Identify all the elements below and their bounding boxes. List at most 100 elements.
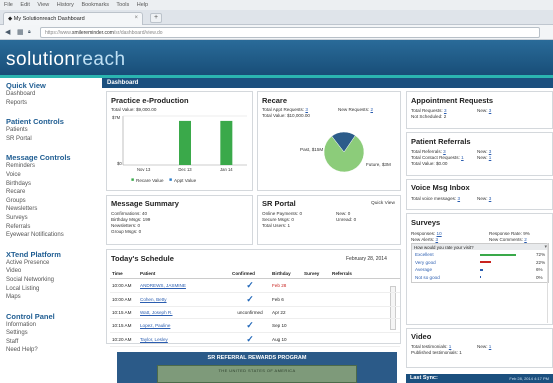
sidebar-item-maps[interactable]: Maps [6, 293, 102, 302]
video-new: New: 1 [477, 344, 492, 349]
referrals-contact-link[interactable]: 1 [461, 155, 464, 160]
menu-help[interactable]: Help [137, 2, 148, 8]
survey-option-bar [480, 276, 481, 278]
address-bar[interactable]: https://www.smilereminder.com/sr/dashboa… [40, 27, 540, 38]
referral-rewards-banner[interactable]: SR REFERRAL REWARDS PROGRAM THE UNITED S… [117, 352, 397, 383]
row-patient-link[interactable]: Cohen, Betty [138, 292, 230, 307]
row-patient-link[interactable]: ANDREWS, JASMINE [138, 278, 230, 293]
table-row[interactable]: 10:20 AM Taylor, Lesley ✓ Aug 10 [110, 332, 400, 347]
surveys-alerts-link[interactable]: 3 [436, 237, 439, 242]
schedule-title: Today's Schedule [111, 254, 174, 263]
sidebar-item-eyewear[interactable]: Eyewear Notifications [6, 231, 102, 240]
surveys-responses-link[interactable]: 10 [437, 231, 442, 236]
menu-bookmarks[interactable]: Bookmarks [81, 2, 109, 8]
tab-close-icon[interactable]: × [134, 15, 138, 21]
menu-history[interactable]: History [57, 2, 74, 8]
bar-recare-value[interactable] [220, 120, 233, 165]
tab-bar: ◆ My Solutionreach Dashboard × + [0, 10, 553, 25]
sidebar-item-surveys[interactable]: Surveys [6, 214, 102, 223]
sidebar-item-social[interactable]: Social Networking [6, 276, 102, 285]
col-birthday[interactable]: Birthday [270, 269, 302, 279]
dashboard-header: Dashboard [102, 78, 553, 88]
col-referrals[interactable]: Referrals [330, 269, 400, 279]
sidebar-item-voice[interactable]: Voice [6, 171, 102, 180]
menu-view[interactable]: View [37, 2, 49, 8]
grid-icon[interactable]: ▦ [17, 28, 24, 36]
col-time[interactable]: Time [110, 269, 138, 279]
sidebar-item-reminders[interactable]: Reminders [6, 162, 102, 171]
schedule-header-row: Time Patient Confirmed Birthday Survey R… [110, 269, 400, 279]
x-tick-label: Jan 14 [220, 167, 233, 172]
portal-total-users: Total Users: 1 [262, 223, 291, 228]
row-patient-link[interactable]: Watt, Joseph R. [138, 306, 230, 319]
new-tab-button[interactable]: + [150, 13, 162, 23]
survey-option-label: Excellent [415, 252, 434, 257]
row-patient-link[interactable]: Lopez, Pauline [138, 318, 230, 333]
table-row[interactable]: 10:00 AM Cohen, Betty ✓ Feb 6 [110, 292, 400, 307]
confirmed-check-icon: ✓ [246, 294, 254, 304]
menu-tools[interactable]: Tools [116, 2, 129, 8]
appt-requests-title: Appointment Requests [411, 96, 494, 105]
sidebar-item-video[interactable]: Video [6, 267, 102, 276]
sidebar-section-control-panel[interactable]: Control Panel [6, 312, 102, 321]
referrals-total-link[interactable]: 3 [443, 149, 446, 154]
sr-portal-quick-view-link[interactable]: Quick View [371, 201, 395, 206]
table-row[interactable]: 10:00 AM ANDREWS, JASMINE ✓ Feb 28 [110, 278, 400, 293]
bar-recare-value[interactable] [179, 120, 191, 165]
sidebar-item-recare[interactable]: Recare [6, 188, 102, 197]
patient-referrals-panel: Patient Referrals Total Referrals: 3 New… [406, 132, 553, 176]
sidebar-item-staff[interactable]: Staff [6, 338, 102, 347]
row-time: 10:00 AM [110, 278, 138, 293]
sidebar-item-newsletters[interactable]: Newsletters [6, 205, 102, 214]
sidebar-item-information[interactable]: Information [6, 321, 102, 330]
voice-total: Total voice messages: 3 [411, 196, 461, 201]
recare-panel: Recare Total Appt Requests: 3 New Reques… [257, 91, 401, 191]
sidebar-item-need-help[interactable]: Need Help? [6, 346, 102, 355]
brand-header: solutionreach [0, 40, 553, 75]
surveys-comments-link[interactable]: 2 [524, 237, 527, 242]
sidebar-item-local-listing[interactable]: Local Listing [6, 285, 102, 294]
sidebar-item-sr-portal[interactable]: SR Portal [6, 135, 102, 144]
referrals-contact-new-link[interactable]: 1 [489, 155, 492, 160]
surveys-scrollbar[interactable] [547, 243, 552, 323]
referrals-value: Total Value: $0.00 [411, 161, 448, 166]
appt-new-link[interactable]: 3 [489, 108, 492, 113]
voice-total-link[interactable]: 3 [457, 196, 460, 201]
back-icon[interactable]: ◀ [5, 28, 10, 36]
survey-question-box: How would you rate your visit? ▾ Excelle… [411, 243, 549, 283]
row-time: 10:00 AM [110, 292, 138, 307]
sidebar-section-patient-controls[interactable]: Patient Controls [6, 117, 102, 126]
menu-edit[interactable]: Edit [20, 2, 29, 8]
survey-option-percent: 22% [536, 259, 546, 265]
voice-inbox-panel: Voice Msg Inbox Total voice messages: 3 … [406, 179, 553, 210]
video-new-link[interactable]: 1 [489, 344, 492, 349]
sidebar-item-reports[interactable]: Reports [6, 99, 102, 108]
solutionreach-logo[interactable]: solutionreach [6, 49, 126, 71]
video-total-link[interactable]: 1 [449, 344, 452, 349]
sidebar-item-active-presence[interactable]: Active Presence [6, 259, 102, 268]
table-row[interactable]: 10:15 AM Watt, Joseph R. unconfirmed Apr… [110, 306, 400, 319]
col-patient[interactable]: Patient [138, 269, 230, 279]
col-confirmed[interactable]: Confirmed [230, 269, 270, 279]
appt-total-link[interactable]: 3 [444, 108, 447, 113]
sidebar-section-quick-view[interactable]: Quick View [6, 81, 102, 90]
sidebar-item-referrals[interactable]: Referrals [6, 223, 102, 232]
voice-new-link[interactable]: 3 [489, 196, 492, 201]
schedule-table: Time Patient Confirmed Birthday Survey R… [110, 269, 400, 347]
sidebar-section-message-controls[interactable]: Message Controls [6, 153, 102, 162]
row-patient-link[interactable]: Taylor, Lesley [138, 332, 230, 347]
browser-tab[interactable]: ◆ My Solutionreach Dashboard × [3, 12, 143, 25]
sidebar-item-settings[interactable]: Settings [6, 329, 102, 338]
sidebar-item-patients[interactable]: Patients [6, 126, 102, 135]
menu-file[interactable]: File [4, 2, 13, 8]
col-survey[interactable]: Survey [302, 269, 330, 279]
sidebar-item-birthdays[interactable]: Birthdays [6, 180, 102, 189]
last-sync-label: Last Sync: [410, 375, 438, 381]
referrals-new-link[interactable]: 3 [489, 149, 492, 154]
table-row[interactable]: 10:15 AM Lopez, Pauline ✓ Sep 10 [110, 318, 400, 333]
sidebar-section-xtend[interactable]: XTend Platform [6, 250, 102, 259]
appointment-requests-panel: Appointment Requests Total Requests: 3 N… [406, 91, 553, 129]
sidebar-item-groups[interactable]: Groups [6, 197, 102, 206]
sidebar-item-dashboard[interactable]: Dashboard [6, 90, 102, 99]
url-path: /sr/dashboard/view.do [113, 30, 163, 36]
